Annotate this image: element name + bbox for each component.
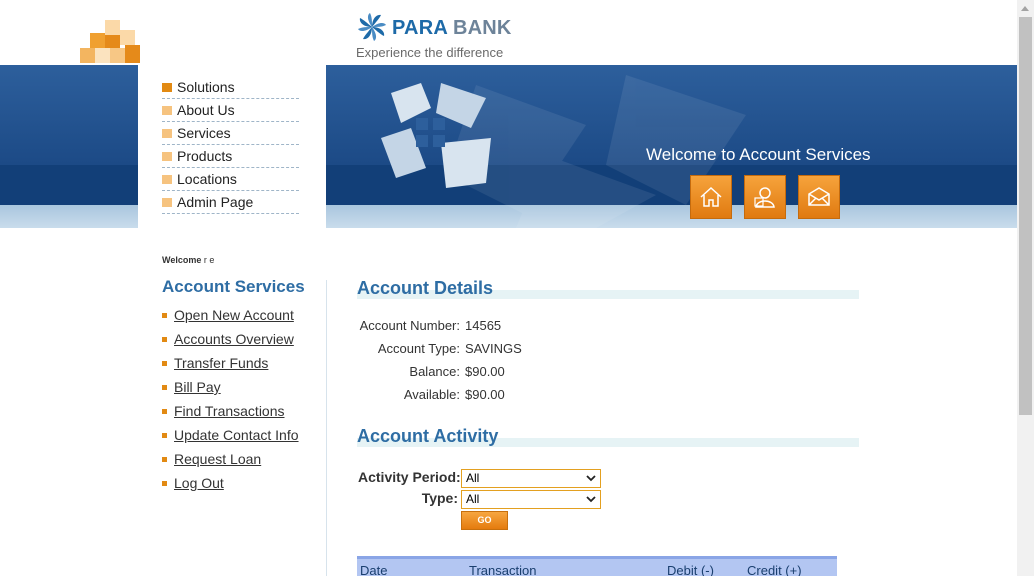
home-button[interactable] (690, 175, 732, 219)
menu-item-locations[interactable]: Locations (162, 168, 299, 191)
detail-label: Account Number: (359, 318, 460, 333)
chevron-down-icon (586, 496, 596, 503)
available-value: $90.00 (465, 387, 505, 402)
account-activity-title: Account Activity (357, 426, 499, 446)
account-details-title: Account Details (357, 278, 494, 298)
sidebar-item-log-out: Log Out (162, 473, 299, 497)
sidebar-item-request-loan: Request Loan (162, 449, 299, 473)
activity-period-label: Activity Period: (358, 469, 461, 485)
scroll-up-arrow-icon[interactable] (1017, 0, 1034, 17)
sidebar-item-bill-pay: Bill Pay (162, 377, 299, 401)
bill-pay-link[interactable]: Bill Pay (174, 379, 221, 395)
banner-welcome-text: Welcome to Account Services (646, 145, 871, 164)
find-transactions-link[interactable]: Find Transactions (174, 403, 285, 419)
header-credit[interactable]: Credit (+) (747, 563, 802, 576)
go-button[interactable]: GO (461, 511, 508, 530)
detail-label: Balance: (409, 364, 460, 379)
detail-label: Account Type: (377, 341, 460, 356)
menu-item-solutions[interactable]: Solutions (162, 76, 299, 99)
activity-period-value: All (466, 471, 480, 485)
sidebar-item-open-new-account: Open New Account (162, 305, 299, 329)
detail-label: Available: (403, 387, 460, 402)
logo-squares-icon (80, 20, 140, 64)
parabank-page: PARA BANK Experience the difference Solu… (0, 0, 1017, 576)
update-contact-info-link[interactable]: Update Contact Info (174, 427, 299, 443)
tagline: Experience the difference (356, 45, 504, 60)
chevron-down-icon (586, 475, 596, 482)
account-services-links: Open New Account Accounts Overview Trans… (162, 305, 299, 497)
header-transaction[interactable]: Transaction (469, 563, 536, 576)
home-icon (700, 186, 722, 207)
scrollbar-thumb[interactable] (1019, 17, 1032, 415)
header-date[interactable]: Date (360, 563, 387, 576)
vertical-scrollbar[interactable] (1017, 0, 1034, 576)
transaction-type-value: All (466, 492, 480, 506)
top-menu: Solutions About Us Services Products Loc… (162, 76, 299, 214)
sidebar-item-transfer-funds: Transfer Funds (162, 353, 299, 377)
transactions-table-header: Date Transaction Debit (-) Credit (+) (357, 556, 837, 576)
contact-icon (754, 187, 775, 208)
request-loan-link[interactable]: Request Loan (174, 451, 261, 467)
account-number-value: 14565 (465, 318, 502, 333)
transfer-funds-link[interactable]: Transfer Funds (174, 355, 268, 371)
menu-item-admin-page[interactable]: Admin Page (162, 191, 299, 214)
sidebar-divider (326, 280, 327, 576)
menu-bullet-icon (162, 129, 172, 138)
menu-bullet-icon (162, 152, 172, 161)
menu-bullet-icon (162, 83, 172, 92)
sidebar-item-find-transactions: Find Transactions (162, 401, 299, 425)
header-debit[interactable]: Debit (-) (667, 563, 714, 576)
menu-item-about-us[interactable]: About Us (162, 99, 299, 122)
balance-value: $90.00 (465, 364, 505, 379)
log-out-link[interactable]: Log Out (174, 475, 224, 491)
welcome-user: Welcome r e (162, 255, 215, 265)
type-label: Type: (421, 490, 458, 506)
menu-item-services[interactable]: Services (162, 122, 299, 145)
transaction-type-select[interactable]: All (461, 490, 601, 509)
email-button[interactable] (798, 175, 840, 219)
account-type-value: SAVINGS (465, 341, 522, 356)
email-icon (808, 187, 830, 206)
open-new-account-link[interactable]: Open New Account (174, 307, 294, 323)
menu-item-products[interactable]: Products (162, 145, 299, 168)
sidebar-item-update-contact-info: Update Contact Info (162, 425, 299, 449)
parabank-logo-icon (358, 13, 386, 41)
menu-bullet-icon (162, 198, 172, 207)
brand-name: PARA BANK (392, 17, 512, 39)
contact-button[interactable] (744, 175, 786, 219)
menu-bullet-icon (162, 175, 172, 184)
accounts-overview-link[interactable]: Accounts Overview (174, 331, 294, 347)
banner-left (0, 65, 138, 228)
sidebar-title: Account Services (162, 277, 305, 296)
sidebar-item-accounts-overview: Accounts Overview (162, 329, 299, 353)
menu-bullet-icon (162, 106, 172, 115)
activity-period-select[interactable]: All (461, 469, 601, 488)
